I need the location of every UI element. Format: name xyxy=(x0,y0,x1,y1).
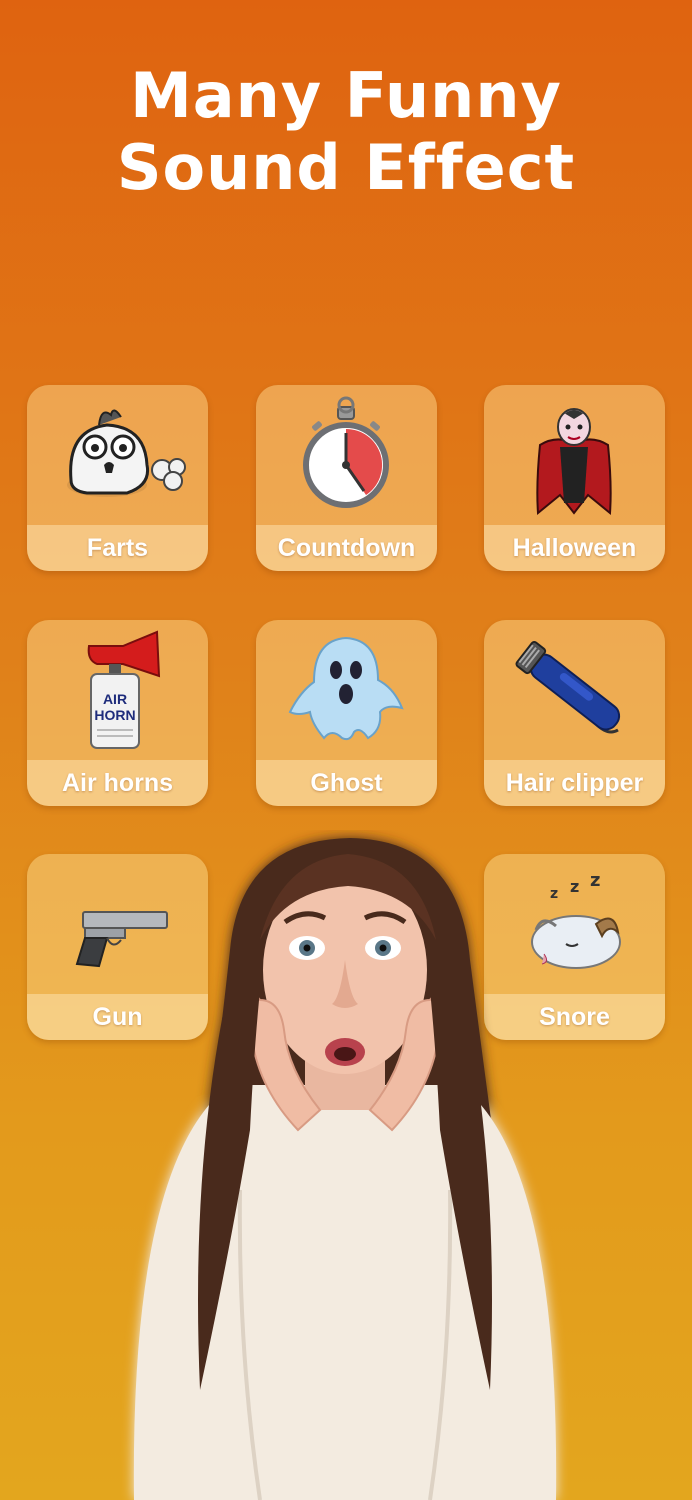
tile-farts[interactable]: Farts xyxy=(27,385,208,571)
tile-label: Air horns xyxy=(27,760,208,806)
surprised-woman-image xyxy=(133,838,557,1500)
headline-line-2: Sound Effect xyxy=(116,131,576,204)
vampire-icon xyxy=(536,408,612,515)
tile-ghost[interactable]: Ghost xyxy=(256,620,437,806)
headline-line-1: Many Funny xyxy=(130,59,562,132)
tile-label: Ghost xyxy=(256,760,437,806)
ghost-icon xyxy=(288,636,404,741)
air-horn-icon: AIR HORN xyxy=(87,630,161,749)
tile-air-horns[interactable]: AIR HORN Air horns xyxy=(27,620,208,806)
tile-countdown[interactable]: Countdown xyxy=(256,385,437,571)
tile-halloween[interactable]: Halloween xyxy=(484,385,665,571)
stopwatch-icon xyxy=(303,396,389,508)
tile-hair-clipper[interactable]: Hair clipper xyxy=(484,620,665,806)
can-text-air: AIR xyxy=(103,691,127,707)
tile-label: Countdown xyxy=(256,525,437,571)
tile-label: Hair clipper xyxy=(484,760,665,806)
tile-label: Halloween xyxy=(484,525,665,571)
can-text-horn: HORN xyxy=(94,707,135,723)
svg-text:z: z xyxy=(590,870,600,891)
tile-label: Farts xyxy=(27,525,208,571)
chick-fart-icon xyxy=(67,409,186,497)
hair-clipper-icon xyxy=(515,641,621,734)
headline: Many Funny Sound Effect xyxy=(0,60,692,204)
svg-text:z: z xyxy=(570,877,579,896)
